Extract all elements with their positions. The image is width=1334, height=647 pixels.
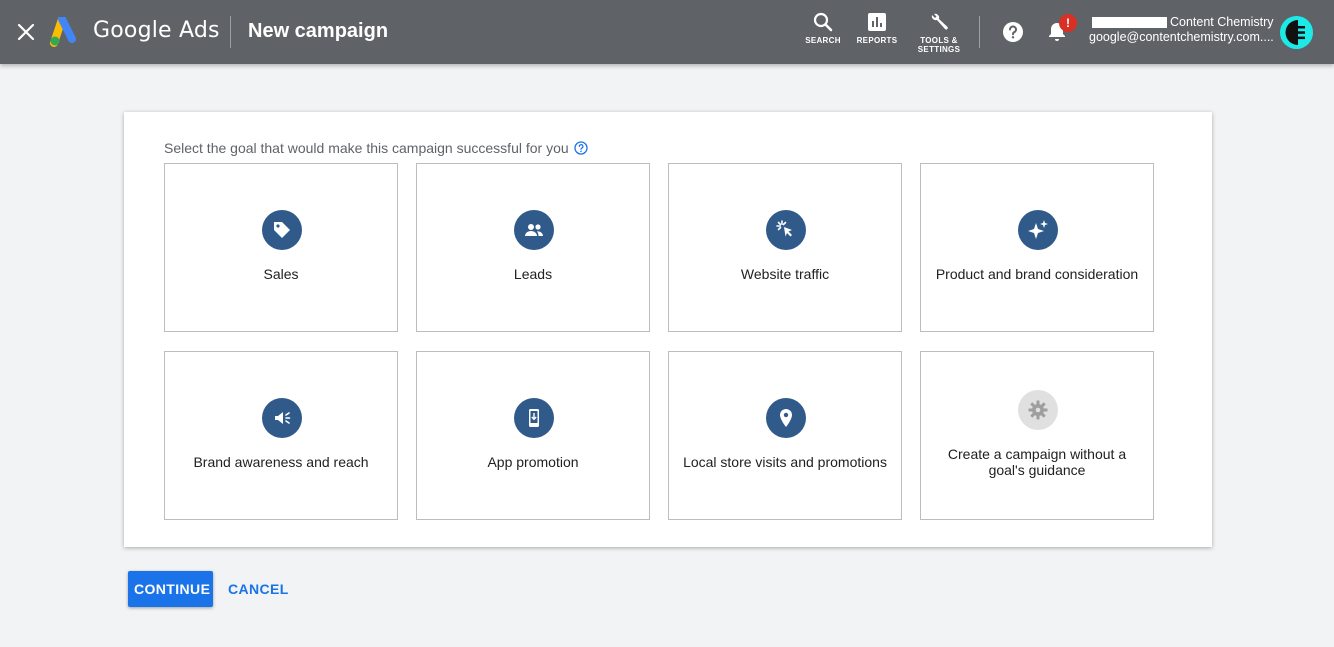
- account-name: Content Chemistry: [1170, 15, 1274, 29]
- close-icon[interactable]: [14, 20, 38, 44]
- header-divider: [230, 16, 231, 48]
- phone-download-icon: [514, 398, 554, 438]
- notification-badge: !: [1059, 14, 1077, 32]
- goal-option-local-store-visits[interactable]: Local store visits and promotions: [668, 351, 902, 520]
- goal-label: Product and brand consideration: [935, 266, 1139, 282]
- avatar[interactable]: [1280, 16, 1313, 49]
- goal-option-app-promotion[interactable]: App promotion: [416, 351, 650, 520]
- search-tool-button[interactable]: SEARCH: [803, 12, 843, 45]
- help-icon[interactable]: [1001, 20, 1025, 44]
- goal-option-sales[interactable]: Sales: [164, 163, 398, 332]
- goal-label: Sales: [263, 266, 299, 282]
- megaphone-icon: [262, 398, 302, 438]
- bar-chart-icon: [868, 13, 886, 31]
- goal-selection-card: Select the goal that would make this cam…: [124, 112, 1212, 547]
- goal-label: Leads: [513, 266, 553, 282]
- cursor-click-icon: [766, 210, 806, 250]
- help-circle-icon[interactable]: [574, 141, 588, 155]
- goal-label: Website traffic: [740, 266, 830, 282]
- goal-prompt-text: Select the goal that would make this cam…: [164, 140, 569, 156]
- goal-label: App promotion: [487, 454, 579, 470]
- goal-label: Create a campaign without a goal's guida…: [947, 446, 1127, 478]
- reports-tool-label: REPORTS: [856, 36, 898, 45]
- goal-label: Brand awareness and reach: [193, 454, 369, 470]
- account-email: google@contentchemistry.com....: [1089, 30, 1274, 44]
- location-pin-icon: [766, 398, 806, 438]
- wrench-icon: [931, 13, 948, 30]
- goal-option-website-traffic[interactable]: Website traffic: [668, 163, 902, 332]
- goal-prompt: Select the goal that would make this cam…: [164, 140, 588, 156]
- sparkle-icon: [1018, 210, 1058, 250]
- goal-option-brand-consideration[interactable]: Product and brand consideration: [920, 163, 1154, 332]
- goal-option-leads[interactable]: Leads: [416, 163, 650, 332]
- gear-icon: [1018, 390, 1058, 430]
- account-info[interactable]: Content Chemistry google@contentchemistr…: [1089, 15, 1274, 45]
- google-ads-logo-icon: [50, 15, 82, 47]
- search-icon: [813, 12, 833, 32]
- tools-settings-label-line1: TOOLS &: [920, 36, 958, 45]
- goal-option-no-guidance[interactable]: Create a campaign without a goal's guida…: [920, 351, 1154, 520]
- tools-settings-label-line2: SETTINGS: [917, 45, 961, 54]
- brand-name: Google Ads: [93, 18, 220, 43]
- goal-label: Local store visits and promotions: [683, 454, 887, 470]
- header-divider-right: [979, 16, 980, 48]
- goal-option-brand-awareness[interactable]: Brand awareness and reach: [164, 351, 398, 520]
- top-app-bar: Google Ads New campaign SEARCH REPORTS T…: [0, 0, 1334, 64]
- cancel-button[interactable]: CANCEL: [222, 571, 290, 607]
- search-tool-label: SEARCH: [805, 36, 841, 45]
- continue-button[interactable]: CONTINUE: [128, 571, 213, 607]
- people-icon: [514, 210, 554, 250]
- redacted-block: [1092, 17, 1167, 29]
- reports-tool-button[interactable]: REPORTS: [855, 12, 899, 45]
- tools-settings-button[interactable]: TOOLS & SETTINGS: [912, 12, 966, 54]
- tag-icon: [262, 210, 302, 250]
- page-title: New campaign: [248, 20, 389, 42]
